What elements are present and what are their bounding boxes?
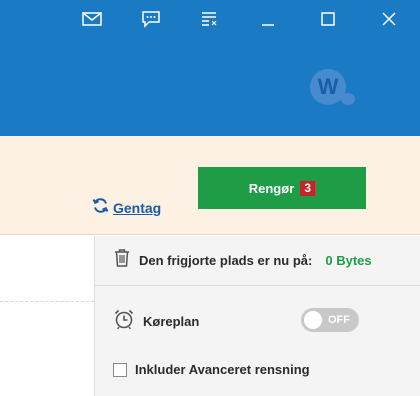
freed-space-label: Den frigjorte plads er nu på: <box>139 253 313 268</box>
clean-button[interactable]: Rengør 3 <box>198 167 366 209</box>
alarm-clock-icon <box>113 308 135 335</box>
clean-count-badge: 3 <box>300 180 316 196</box>
menu-icon[interactable] <box>197 8 221 30</box>
minimize-icon[interactable] <box>256 8 280 30</box>
maximize-icon[interactable] <box>316 8 340 30</box>
advanced-clean-label: Inkluder Avanceret rensning <box>135 362 310 377</box>
clean-button-label: Rengør <box>248 180 295 196</box>
schedule-row: Køreplan <box>113 308 199 335</box>
header-bar: W <box>0 0 420 136</box>
retry-label: Gentag <box>113 200 162 216</box>
schedule-toggle[interactable]: OFF <box>301 308 359 332</box>
advanced-clean-option[interactable]: Inkluder Avanceret rensning <box>113 362 310 377</box>
refresh-icon <box>92 197 109 219</box>
mail-icon[interactable] <box>80 8 104 30</box>
freed-space-value: 0 Bytes <box>325 253 372 268</box>
schedule-label: Køreplan <box>143 314 200 329</box>
freed-space-row: Den frigjorte plads er nu på: 0 Bytes <box>95 236 420 286</box>
left-pane <box>0 236 94 396</box>
status-panel: Den frigjorte plads er nu på: 0 Bytes Kø… <box>94 236 420 396</box>
toggle-state-label: OFF <box>328 314 350 326</box>
chat-icon[interactable] <box>139 8 163 30</box>
divider <box>0 301 94 302</box>
advanced-clean-checkbox[interactable] <box>113 362 127 377</box>
close-icon[interactable] <box>377 8 401 30</box>
retry-link[interactable]: Gentag <box>92 197 161 219</box>
avatar[interactable]: W <box>310 69 346 105</box>
trash-icon <box>113 248 131 273</box>
toggle-knob <box>304 311 322 329</box>
